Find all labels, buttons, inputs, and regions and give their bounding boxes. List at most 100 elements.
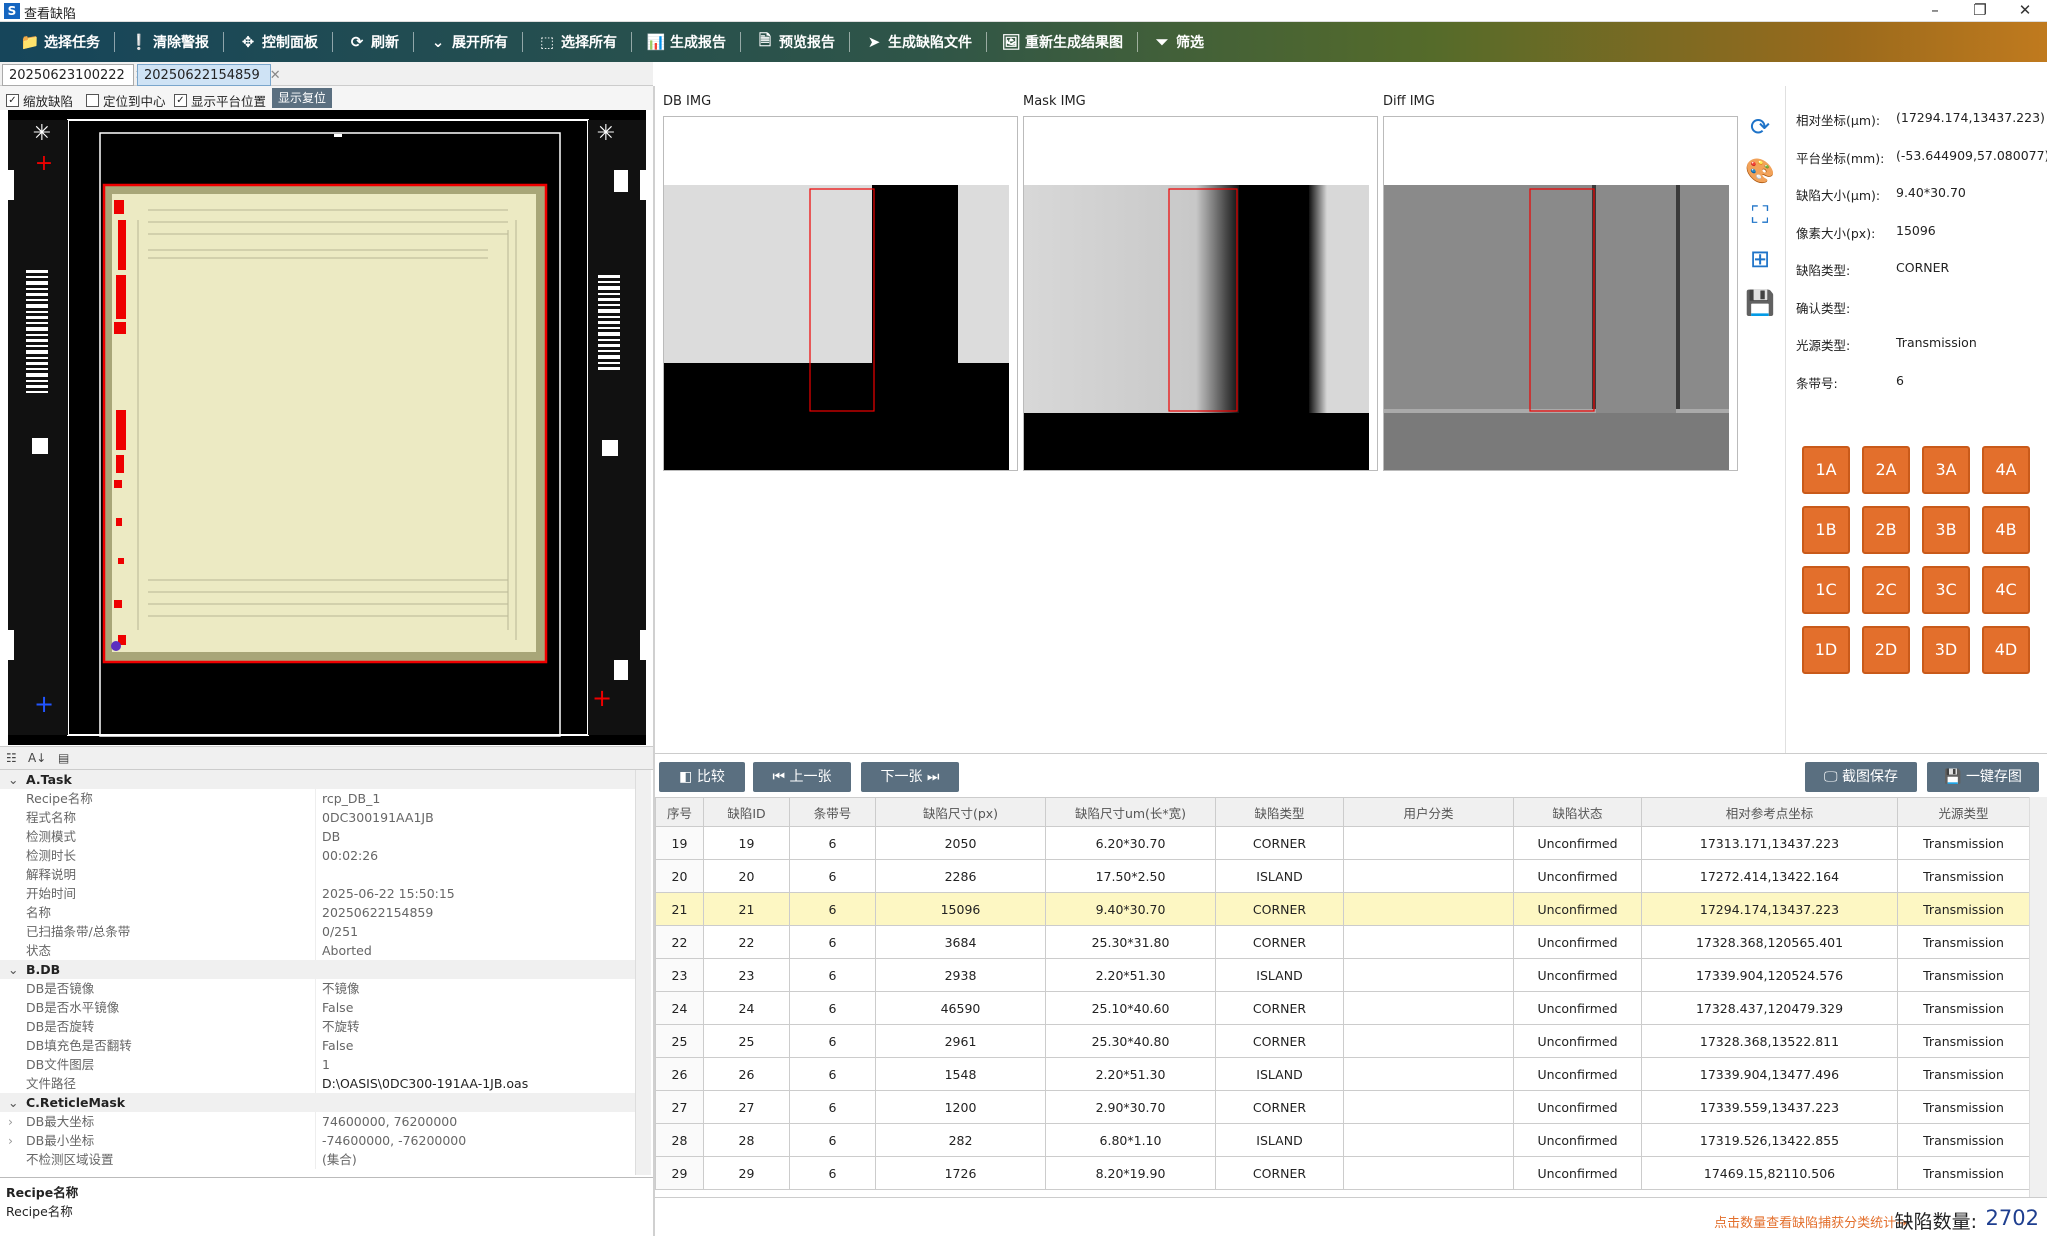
table-cell[interactable]: 6 [789, 925, 876, 959]
table-cell[interactable]: CORNER [1215, 1156, 1344, 1190]
table-cell[interactable]: 28 [703, 1123, 790, 1157]
defect-count-value[interactable]: 2702 [1986, 1206, 2039, 1230]
grid-button-1d[interactable]: 1D [1802, 626, 1850, 674]
table-cell[interactable]: 6 [789, 991, 876, 1025]
collapse-icon[interactable]: ⌄ [8, 1093, 18, 1112]
maximize-button[interactable]: ❐ [1960, 0, 2000, 22]
table-cell[interactable]: 2.90*30.70 [1045, 1090, 1216, 1124]
property-category[interactable]: ⌄ A.Task [0, 770, 635, 789]
table-cell[interactable]: Transmission [1897, 826, 2029, 860]
table-cell[interactable]: 2.20*51.30 [1045, 958, 1216, 992]
property-row[interactable]: DB文件图层 1 [0, 1055, 635, 1074]
fit-screen-icon[interactable]: ⛶ [1745, 200, 1775, 230]
table-cell[interactable]: Transmission [1897, 1156, 2029, 1190]
table-cell[interactable]: 23 [703, 958, 790, 992]
table-cell[interactable]: 25.30*40.80 [1045, 1024, 1216, 1058]
grid-button-2c[interactable]: 2C [1862, 566, 1910, 614]
grid-button-4b[interactable]: 4B [1982, 506, 2030, 554]
column-header[interactable]: 光源类型 [1897, 797, 2029, 827]
grid-button-3b[interactable]: 3B [1922, 506, 1970, 554]
table-cell[interactable]: Transmission [1897, 1024, 2029, 1058]
sort-az-icon[interactable]: A↓ [28, 751, 46, 765]
table-cell[interactable]: Unconfirmed [1513, 1024, 1642, 1058]
table-cell[interactable]: 27 [703, 1090, 790, 1124]
table-cell[interactable]: 19 [703, 826, 790, 860]
column-header[interactable]: 缺陷尺寸um(长*宽) [1045, 797, 1216, 827]
table-scrollbar[interactable] [2029, 797, 2047, 1197]
table-cell[interactable]: Unconfirmed [1513, 1057, 1642, 1091]
column-header[interactable]: 缺陷尺寸(px) [875, 797, 1046, 827]
table-cell[interactable]: 26 [655, 1057, 704, 1091]
table-row[interactable]: 29 29 6 1726 8.20*19.90 CORNER Unconfirmed 1746… [655, 1156, 2029, 1190]
collapse-icon[interactable]: ⌄ [8, 770, 18, 789]
grid-button-2b[interactable]: 2B [1862, 506, 1910, 554]
screenshot-save-button[interactable]: 🖵 截图保存 [1805, 762, 1917, 792]
table-cell[interactable]: Unconfirmed [1513, 859, 1642, 893]
table-row[interactable]: 22 22 6 3684 25.30*31.80 CORNER Unconfirmed 173… [655, 925, 2029, 959]
table-row[interactable]: 23 23 6 2938 2.20*51.30 ISLAND Unconfirmed 1733… [655, 958, 2029, 992]
grid-button-3c[interactable]: 3C [1922, 566, 1970, 614]
table-cell[interactable]: Unconfirmed [1513, 991, 1642, 1025]
toolbar-button-1[interactable]: ❕ 清除警报 [121, 22, 217, 62]
table-cell[interactable]: Unconfirmed [1513, 892, 1642, 926]
expand-icon[interactable]: › [8, 1112, 13, 1131]
reset-button[interactable]: 显示复位 [272, 88, 333, 108]
table-cell[interactable]: 6.20*30.70 [1045, 826, 1216, 860]
prev-button[interactable]: ⏮ 上一张 [753, 762, 851, 792]
toolbar-button-5[interactable]: ⬚ 选择所有 [529, 22, 625, 62]
table-cell[interactable]: 17339.559,13437.223 [1641, 1090, 1898, 1124]
property-row[interactable]: 文件路径 D:\OASIS\0DC300-191AA-1JB.oas [0, 1074, 635, 1093]
table-cell[interactable] [1343, 1090, 1514, 1124]
table-cell[interactable]: 17272.414,13422.164 [1641, 859, 1898, 893]
table-cell[interactable]: CORNER [1215, 826, 1344, 860]
table-cell[interactable]: 2961 [875, 1024, 1046, 1058]
save-icon[interactable]: 💾 [1745, 288, 1775, 318]
grid-button-4a[interactable]: 4A [1982, 446, 2030, 494]
property-row[interactable]: 名称 20250622154859 [0, 903, 635, 922]
property-row[interactable]: 程式名称 0DC300191AA1JB [0, 808, 635, 827]
table-cell[interactable]: 19 [655, 826, 704, 860]
table-cell[interactable]: 25 [655, 1024, 704, 1058]
center-checkbox[interactable]: 定位到中心 [86, 91, 166, 110]
table-cell[interactable]: CORNER [1215, 925, 1344, 959]
property-row[interactable]: 状态 Aborted [0, 941, 635, 960]
property-scrollbar[interactable] [635, 770, 651, 1175]
table-cell[interactable]: 27 [655, 1090, 704, 1124]
table-cell[interactable]: 17313.171,13437.223 [1641, 826, 1898, 860]
table-cell[interactable] [1343, 1024, 1514, 1058]
table-cell[interactable]: Transmission [1897, 925, 2029, 959]
table-cell[interactable]: Unconfirmed [1513, 1123, 1642, 1157]
table-cell[interactable]: 17328.368,13522.811 [1641, 1024, 1898, 1058]
table-cell[interactable]: CORNER [1215, 892, 1344, 926]
table-row[interactable]: 28 28 6 282 6.80*1.10 ISLAND Unconfirmed 17319.… [655, 1123, 2029, 1157]
table-cell[interactable]: 6 [789, 1090, 876, 1124]
table-cell[interactable]: 25 [703, 1024, 790, 1058]
table-cell[interactable]: 29 [703, 1156, 790, 1190]
table-cell[interactable] [1343, 991, 1514, 1025]
table-cell[interactable]: 2050 [875, 826, 1046, 860]
table-cell[interactable]: 21 [703, 892, 790, 926]
next-button[interactable]: 下一张 ⏭ [861, 762, 959, 792]
table-cell[interactable]: 29 [655, 1156, 704, 1190]
table-cell[interactable]: CORNER [1215, 991, 1344, 1025]
table-cell[interactable]: 3684 [875, 925, 1046, 959]
table-row[interactable]: 19 19 6 2050 6.20*30.70 CORNER Unconfirmed 1731… [655, 826, 2029, 860]
toolbar-button-4[interactable]: ⌄ 展开所有 [420, 22, 516, 62]
toolbar-button-9[interactable]: 🖼 重新生成结果图 [993, 22, 1131, 62]
table-cell[interactable]: 22 [703, 925, 790, 959]
property-row[interactable]: › DB最小坐标 -74600000, -76200000 [0, 1131, 635, 1150]
column-header[interactable]: 序号 [655, 797, 704, 827]
table-cell[interactable] [1343, 826, 1514, 860]
rotate-icon[interactable]: ⟳ [1745, 112, 1775, 142]
table-cell[interactable]: 6 [789, 1123, 876, 1157]
table-cell[interactable]: 21 [655, 892, 704, 926]
column-header[interactable]: 缺陷类型 [1215, 797, 1344, 827]
tab-task-2[interactable]: 20250622154859 ✕ [137, 64, 281, 86]
table-cell[interactable]: 2938 [875, 958, 1046, 992]
column-header[interactable]: 缺陷ID [703, 797, 790, 827]
table-cell[interactable]: 25.10*40.60 [1045, 991, 1216, 1025]
table-cell[interactable]: Transmission [1897, 958, 2029, 992]
table-cell[interactable] [1343, 958, 1514, 992]
table-cell[interactable] [1343, 1156, 1514, 1190]
table-cell[interactable]: 6 [789, 859, 876, 893]
